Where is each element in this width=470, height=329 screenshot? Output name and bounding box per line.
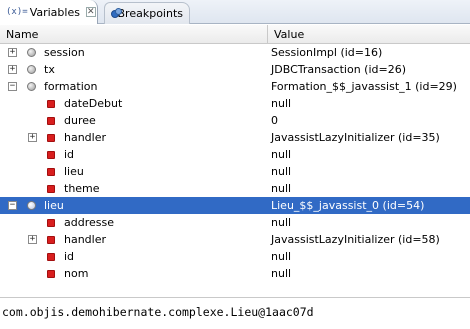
tree-row[interactable]: lieu null <box>0 163 470 180</box>
tree-row[interactable]: addresse null <box>0 214 470 231</box>
tree-row[interactable]: duree 0 <box>0 112 470 129</box>
variable-name: duree <box>64 114 96 127</box>
variable-name: lieu <box>64 165 84 178</box>
variable-value: null <box>271 165 292 178</box>
field-icon <box>47 185 55 193</box>
field-icon <box>47 100 55 108</box>
tree-row[interactable]: theme null <box>0 180 470 197</box>
tree-row[interactable]: + handler JavassistLazyInitializer (id=58) <box>0 231 470 248</box>
collapse-icon[interactable]: − <box>8 201 17 210</box>
name-cell: dateDebut <box>0 95 268 112</box>
field-icon <box>47 117 55 125</box>
name-cell: + tx <box>0 61 268 78</box>
name-cell: − formation <box>0 78 268 95</box>
variable-value: null <box>271 250 292 263</box>
field-icon <box>47 168 55 176</box>
variable-value: SessionImpl (id=16) <box>271 46 383 59</box>
variable-object-icon <box>27 48 36 57</box>
variable-value: null <box>271 216 292 229</box>
expand-icon[interactable]: + <box>28 133 37 142</box>
variable-value: null <box>271 267 292 280</box>
name-cell: id <box>0 248 268 265</box>
breakpoints-icon <box>111 7 122 20</box>
name-cell: + session <box>0 44 268 61</box>
column-header-value[interactable]: Value <box>268 25 470 44</box>
variables-tree: + session SessionImpl (id=16) + tx JDBCTransa… <box>0 44 470 282</box>
name-cell: id <box>0 146 268 163</box>
variable-value: JDBCTransaction (id=26) <box>271 63 407 76</box>
variable-name: id <box>64 250 75 263</box>
close-icon[interactable]: ✕ <box>85 7 96 17</box>
field-icon <box>47 253 55 261</box>
tree-row[interactable]: dateDebut null <box>0 95 470 112</box>
tree-row[interactable]: − lieu Lieu_$$_javassist_0 (id=54) <box>0 197 470 214</box>
field-icon <box>47 219 55 227</box>
variable-name: theme <box>64 182 100 195</box>
tree-row[interactable]: nom null <box>0 265 470 282</box>
variable-value: null <box>271 182 292 195</box>
tab-breakpoints[interactable]: Breakpoints <box>104 2 190 24</box>
variable-object-icon <box>27 201 36 210</box>
expand-icon[interactable]: + <box>28 235 37 244</box>
name-cell: lieu <box>0 163 268 180</box>
field-icon <box>47 270 55 278</box>
expand-icon[interactable]: + <box>8 65 17 74</box>
name-cell: theme <box>0 180 268 197</box>
tree-row[interactable]: + session SessionImpl (id=16) <box>0 44 470 61</box>
variable-value: null <box>271 97 292 110</box>
tab-variables-label: Variables <box>29 5 80 19</box>
collapse-icon[interactable]: − <box>8 82 17 91</box>
variable-name: nom <box>64 267 89 280</box>
variable-object-icon <box>27 65 36 74</box>
tree-row[interactable]: + handler JavassistLazyInitializer (id=35) <box>0 129 470 146</box>
detail-pane[interactable]: com.objis.demohibernate.complexe.Lieu@1a… <box>0 298 470 329</box>
tree-row[interactable]: − formation Formation_$$_javassist_1 (id=2… <box>0 78 470 95</box>
detail-text: com.objis.demohibernate.complexe.Lieu@1a… <box>2 305 314 319</box>
variables-icon: (x)= <box>6 7 28 17</box>
variable-value: 0 <box>271 114 278 127</box>
variable-name: addresse <box>64 216 114 229</box>
variable-value: null <box>271 148 292 161</box>
column-header: Name Value <box>0 25 470 44</box>
variable-name: handler <box>64 233 107 246</box>
variable-name: tx <box>44 63 55 76</box>
variable-name: lieu <box>44 199 64 212</box>
expand-icon[interactable]: + <box>8 48 17 57</box>
name-cell: + handler <box>0 129 268 146</box>
variable-name: id <box>64 148 75 161</box>
variable-object-icon <box>27 82 36 91</box>
variable-name: dateDebut <box>64 97 123 110</box>
name-cell: duree <box>0 112 268 129</box>
tab-variables[interactable]: (x)= Variables ✕ <box>0 0 98 24</box>
variable-name: handler <box>64 131 107 144</box>
tab-breakpoints-label: Breakpoints <box>117 7 184 20</box>
variable-value: Lieu_$$_javassist_0 (id=54) <box>271 199 425 212</box>
name-cell: nom <box>0 265 268 282</box>
column-header-name[interactable]: Name <box>0 25 268 44</box>
variable-value: JavassistLazyInitializer (id=35) <box>271 131 440 144</box>
variable-value: Formation_$$_javassist_1 (id=29) <box>271 80 457 93</box>
variable-name: formation <box>44 80 98 93</box>
name-cell: addresse <box>0 214 268 231</box>
variable-value: JavassistLazyInitializer (id=58) <box>271 233 440 246</box>
tree-row[interactable]: id null <box>0 248 470 265</box>
tree-row[interactable]: id null <box>0 146 470 163</box>
field-icon <box>47 134 55 142</box>
view-tab-bar: (x)= Variables ✕ Breakpoints <box>0 0 470 24</box>
field-icon <box>47 151 55 159</box>
tree-row[interactable]: + tx JDBCTransaction (id=26) <box>0 61 470 78</box>
field-icon <box>47 236 55 244</box>
variable-name: session <box>44 46 85 59</box>
name-cell: − lieu <box>0 197 268 214</box>
name-cell: + handler <box>0 231 268 248</box>
